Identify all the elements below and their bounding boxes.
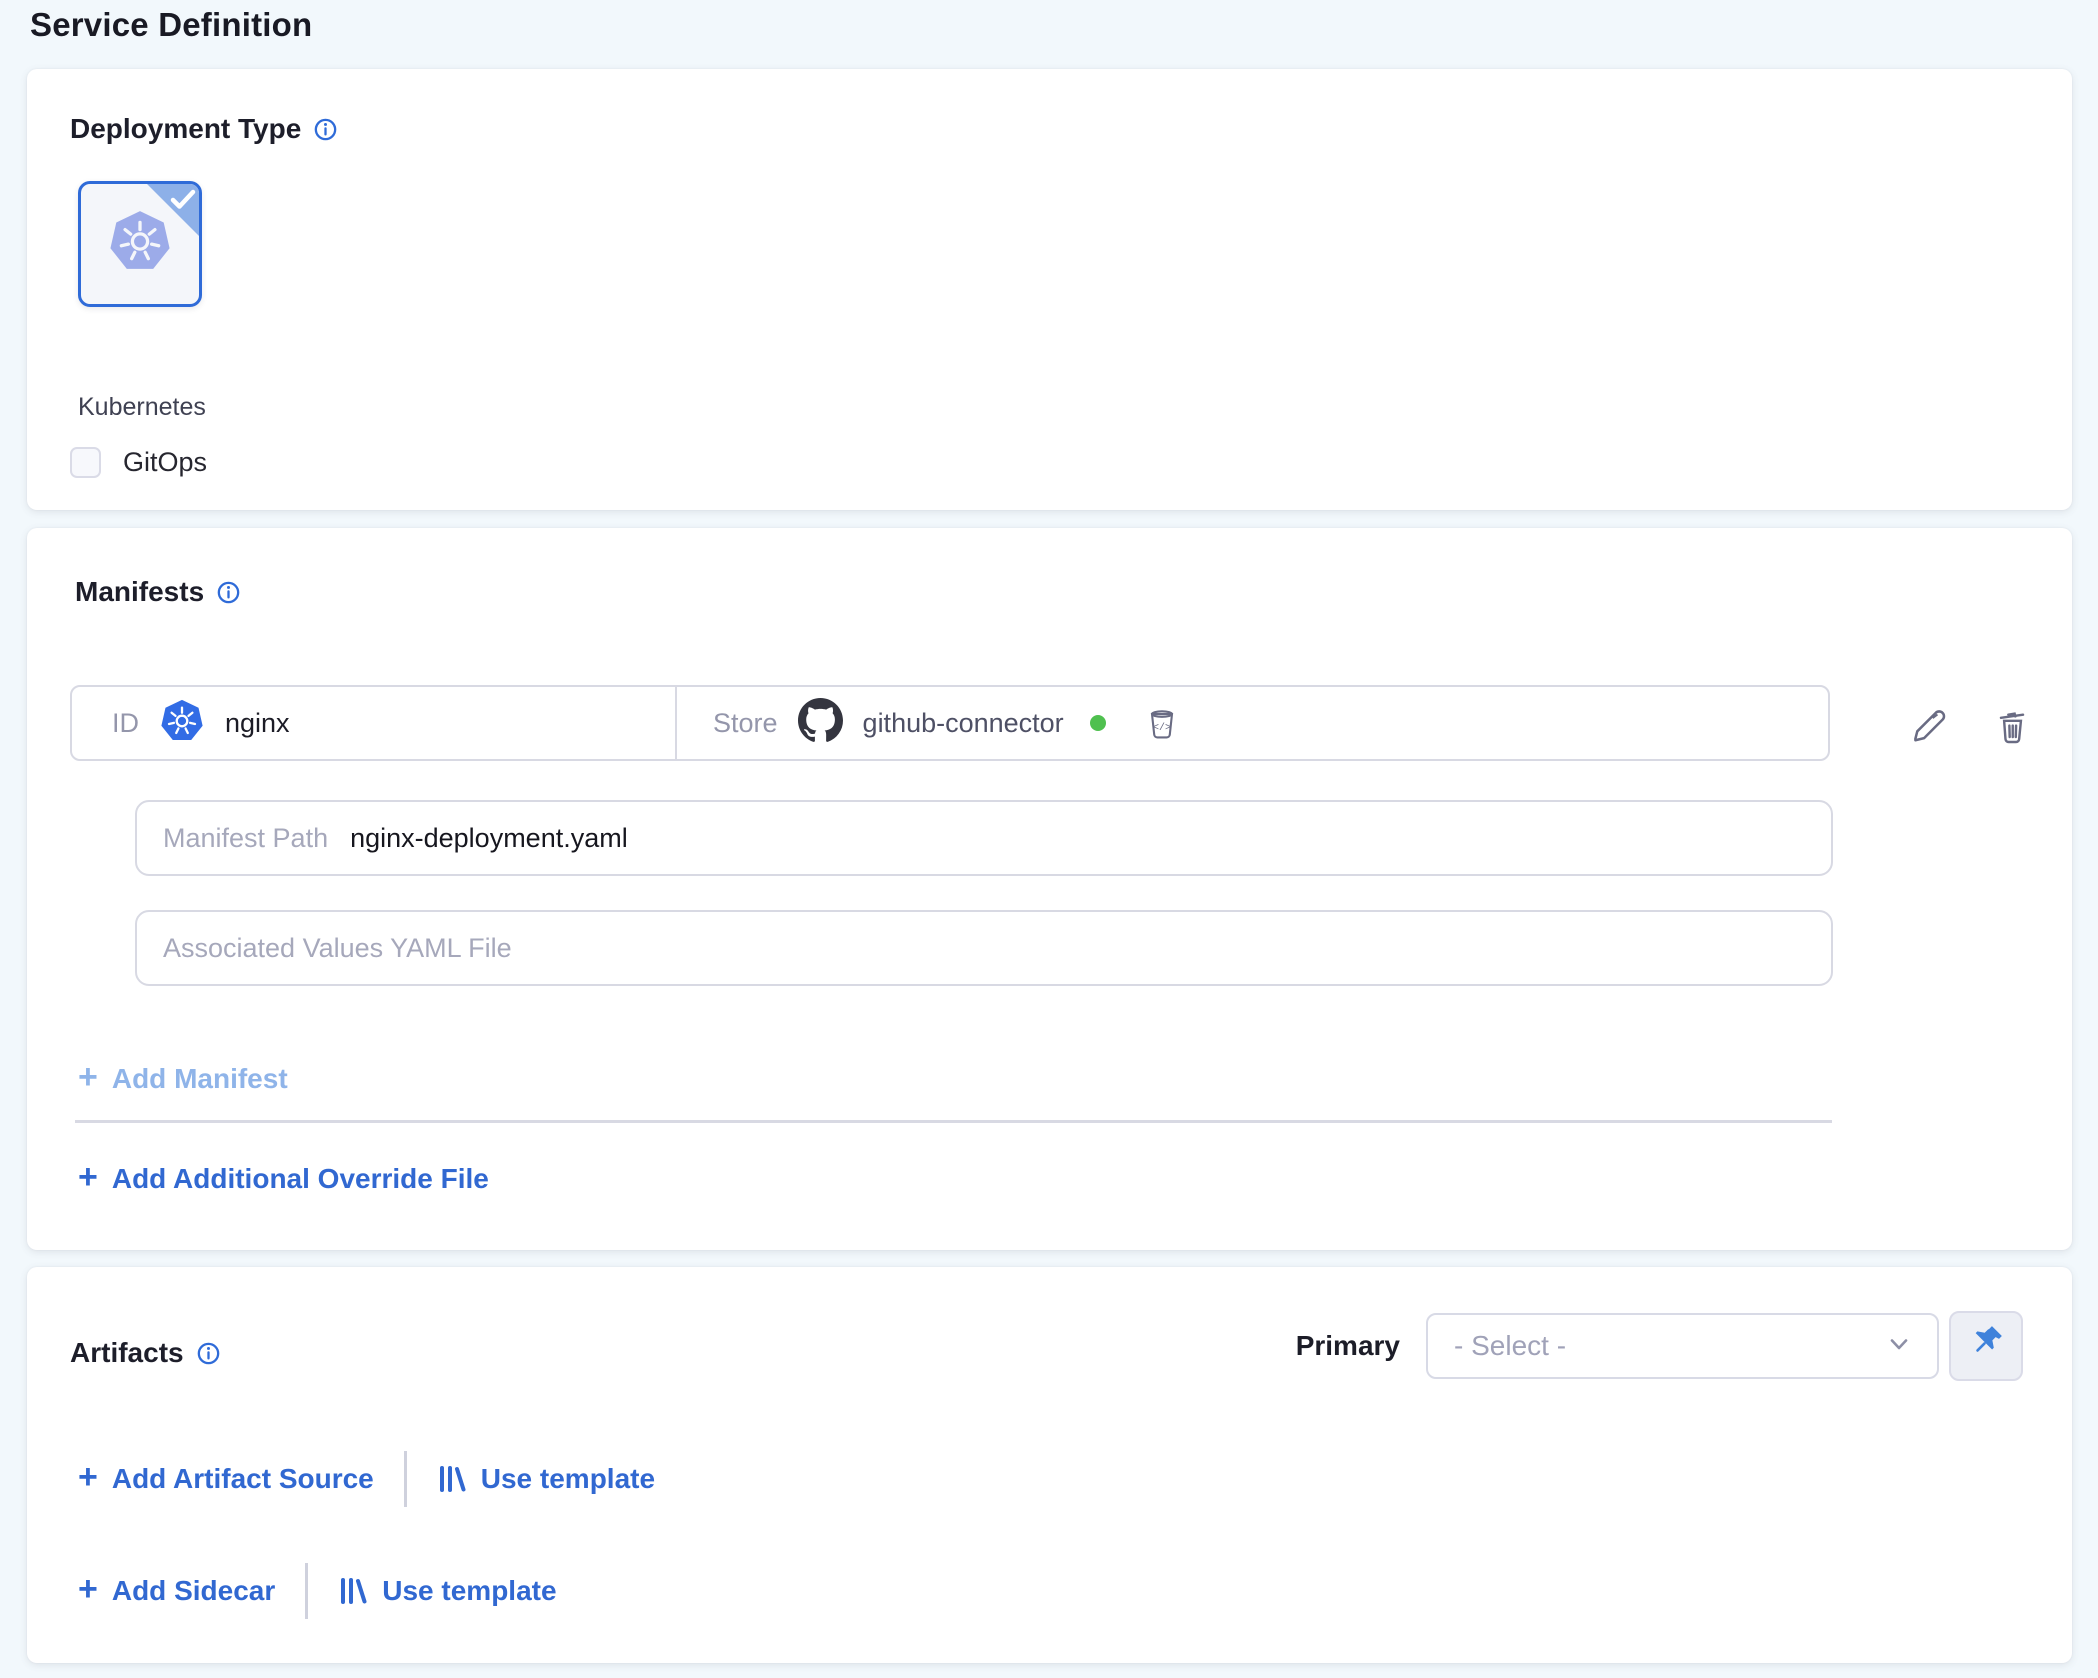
manifest-store-segment: Store github-connector </> (675, 687, 1828, 759)
delete-manifest-button[interactable] (1991, 704, 2033, 749)
manifest-id-label: ID (112, 708, 139, 739)
gitops-label: GitOps (123, 447, 207, 478)
use-template-sidecar-button[interactable]: Use template (338, 1575, 556, 1607)
manifests-divider (75, 1120, 1832, 1123)
trash-icon (1991, 704, 2033, 749)
svg-text:</>: </> (1153, 722, 1171, 734)
use-template-label: Use template (481, 1463, 655, 1495)
add-sidecar-label: Add Sidecar (112, 1575, 275, 1607)
code-store-icon[interactable]: </> (1142, 703, 1182, 743)
plus-icon: + (78, 1460, 98, 1494)
edit-manifest-button[interactable] (1907, 704, 1949, 749)
add-artifact-source-label: Add Artifact Source (112, 1463, 374, 1495)
primary-artifact-select[interactable]: - Select - (1426, 1313, 1939, 1379)
chevron-down-icon (1885, 1330, 1913, 1363)
manifest-path-prefix: Manifest Path (163, 823, 328, 854)
values-yaml-input[interactable]: Associated Values YAML File (135, 910, 1833, 986)
manifest-path-value: nginx-deployment.yaml (350, 823, 628, 854)
store-connector-value: github-connector (863, 708, 1064, 739)
manifest-row[interactable]: ID (70, 685, 1830, 761)
info-icon[interactable] (314, 118, 337, 141)
add-sidecar-button[interactable]: + Add Sidecar (78, 1574, 275, 1608)
artifacts-card: Artifacts Primary - Select - (27, 1267, 2072, 1663)
manifests-card: Manifests ID (27, 528, 2072, 1250)
deployment-type-tile-kubernetes[interactable] (78, 181, 202, 307)
manifest-row-actions (1907, 704, 2033, 749)
store-label: Store (713, 708, 778, 739)
info-icon[interactable] (217, 581, 240, 604)
add-manifest-button[interactable]: + Add Manifest (78, 1062, 288, 1096)
plus-icon: + (78, 1160, 98, 1194)
template-library-icon (437, 1463, 467, 1495)
manifests-heading-label: Manifests (75, 576, 204, 608)
page-title: Service Definition (30, 6, 312, 44)
plus-icon: + (78, 1060, 98, 1094)
gitops-checkbox[interactable] (70, 447, 101, 478)
primary-select-value: - Select - (1454, 1330, 1566, 1362)
github-icon (798, 698, 843, 748)
use-template-artifact-button[interactable]: Use template (437, 1463, 655, 1495)
primary-artifact-control: Primary - Select - (1296, 1311, 2023, 1381)
tile-label-kubernetes: Kubernetes (78, 393, 202, 422)
add-additional-override-file-button[interactable]: + Add Additional Override File (78, 1162, 489, 1196)
sidecar-links-row: + Add Sidecar Use template (78, 1560, 557, 1622)
values-yaml-placeholder: Associated Values YAML File (163, 933, 512, 964)
manifest-id-segment: ID (72, 687, 675, 759)
vertical-divider (305, 1563, 308, 1619)
primary-label: Primary (1296, 1330, 1400, 1362)
pin-icon (1966, 1325, 2006, 1368)
manifest-path-input[interactable]: Manifest Path nginx-deployment.yaml (135, 800, 1833, 876)
add-artifact-source-button[interactable]: + Add Artifact Source (78, 1462, 374, 1496)
deployment-type-heading-label: Deployment Type (70, 113, 301, 145)
info-icon[interactable] (197, 1342, 220, 1365)
manifest-id-value: nginx (225, 708, 290, 739)
service-definition-page: Service Definition Deployment Type (0, 0, 2098, 1678)
kubernetes-icon (159, 698, 205, 749)
artifacts-heading-label: Artifacts (70, 1337, 184, 1369)
plus-icon: + (78, 1572, 98, 1606)
use-template-label: Use template (382, 1575, 556, 1607)
deployment-type-card: Deployment Type (27, 69, 2072, 510)
selected-check-icon (147, 184, 199, 236)
pin-primary-button[interactable] (1949, 1311, 2023, 1381)
connector-status-dot (1090, 715, 1106, 731)
deployment-type-heading: Deployment Type (70, 113, 337, 145)
template-library-icon (338, 1575, 368, 1607)
add-manifest-label: Add Manifest (112, 1063, 288, 1095)
gitops-option: GitOps (70, 447, 207, 478)
artifacts-heading: Artifacts (70, 1337, 220, 1369)
pencil-icon (1907, 704, 1949, 749)
add-override-label: Add Additional Override File (112, 1163, 489, 1195)
manifests-heading: Manifests (75, 576, 240, 608)
artifact-links-row: + Add Artifact Source Use template (78, 1448, 655, 1510)
vertical-divider (404, 1451, 407, 1507)
